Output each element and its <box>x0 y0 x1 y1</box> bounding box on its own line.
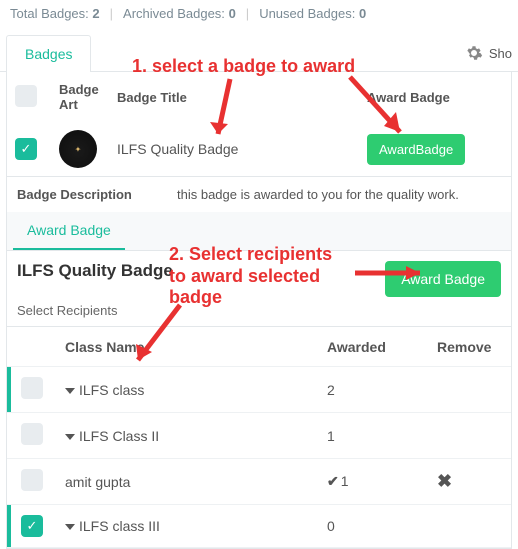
awarded-count: 0 <box>321 510 431 542</box>
badge-title: ILFS Quality Badge <box>111 133 361 165</box>
separator: | <box>246 6 249 21</box>
row-checkbox[interactable] <box>13 413 59 458</box>
col-awarded: Awarded <box>321 331 431 363</box>
separator: | <box>110 6 113 21</box>
stats-bar: Total Badges: 2 | Archived Badges: 0 | U… <box>0 0 518 27</box>
select-all-checkbox[interactable] <box>7 75 53 120</box>
table-row: ILFS class2 <box>7 367 511 413</box>
archived-badges: Archived Badges: 0 <box>123 6 236 21</box>
col-class-name: Class Name <box>59 331 321 363</box>
class-name[interactable]: ILFS Class II <box>59 420 321 452</box>
class-name[interactable]: ILFS class <box>59 374 321 406</box>
col-badge-title: Badge Title <box>111 80 361 115</box>
gear-icon <box>465 44 483 62</box>
remove-button[interactable]: ✖ <box>437 471 452 491</box>
select-recipients-label: Select Recipients <box>7 301 511 326</box>
col-badge-art: Badge Art <box>53 72 111 122</box>
row-checkbox[interactable] <box>13 367 59 412</box>
unused-badges: Unused Badges: 0 <box>259 6 366 21</box>
total-badges: Total Badges: 2 <box>10 6 100 21</box>
check-icon: ✔ <box>327 473 339 490</box>
table-row: amit gupta✔1 ✖ <box>7 459 511 505</box>
badge-description-label: Badge Description <box>17 187 177 202</box>
badge-description-row: Badge Description this badge is awarded … <box>7 176 511 212</box>
tab-award-badge[interactable]: Award Badge <box>13 212 125 250</box>
table-row: ✓ILFS class III0 <box>7 505 511 548</box>
row-checkbox[interactable]: ✓ <box>7 128 53 170</box>
award-title: ILFS Quality Badge <box>17 261 173 281</box>
caret-down-icon <box>65 524 75 530</box>
badge-art: ✦ <box>53 122 111 176</box>
caret-down-icon <box>65 388 75 394</box>
show-toggle[interactable]: Sho <box>465 44 518 62</box>
awarded-count: ✔1 <box>321 465 431 498</box>
col-remove: Remove <box>431 331 511 363</box>
col-award-badge: Award Badge <box>361 80 511 115</box>
award-badge-submit-button[interactable]: Award Badge <box>385 261 501 297</box>
show-label: Sho <box>489 46 512 61</box>
table-row: ILFS Class II1 <box>7 413 511 459</box>
recipients-header: Class Name Awarded Remove <box>7 327 511 367</box>
class-name: amit gupta <box>59 466 321 498</box>
tabs-row: Badges Sho <box>0 35 518 72</box>
awarded-count: 2 <box>321 374 431 406</box>
row-checkbox[interactable] <box>13 459 59 504</box>
recipients-table: Class Name Awarded Remove ILFS class2ILF… <box>7 326 511 548</box>
class-name[interactable]: ILFS class III <box>59 510 321 542</box>
awarded-count: 1 <box>321 420 431 452</box>
award-badge-button[interactable]: AwardBadge <box>367 134 465 165</box>
badge-description-text: this badge is awarded to you for the qua… <box>177 187 459 202</box>
badge-panel: Badge Art Badge Title Award Badge ✓ ✦ IL… <box>6 72 512 549</box>
caret-down-icon <box>65 434 75 440</box>
tab-badges[interactable]: Badges <box>6 35 91 72</box>
row-checkbox[interactable]: ✓ <box>13 505 59 547</box>
